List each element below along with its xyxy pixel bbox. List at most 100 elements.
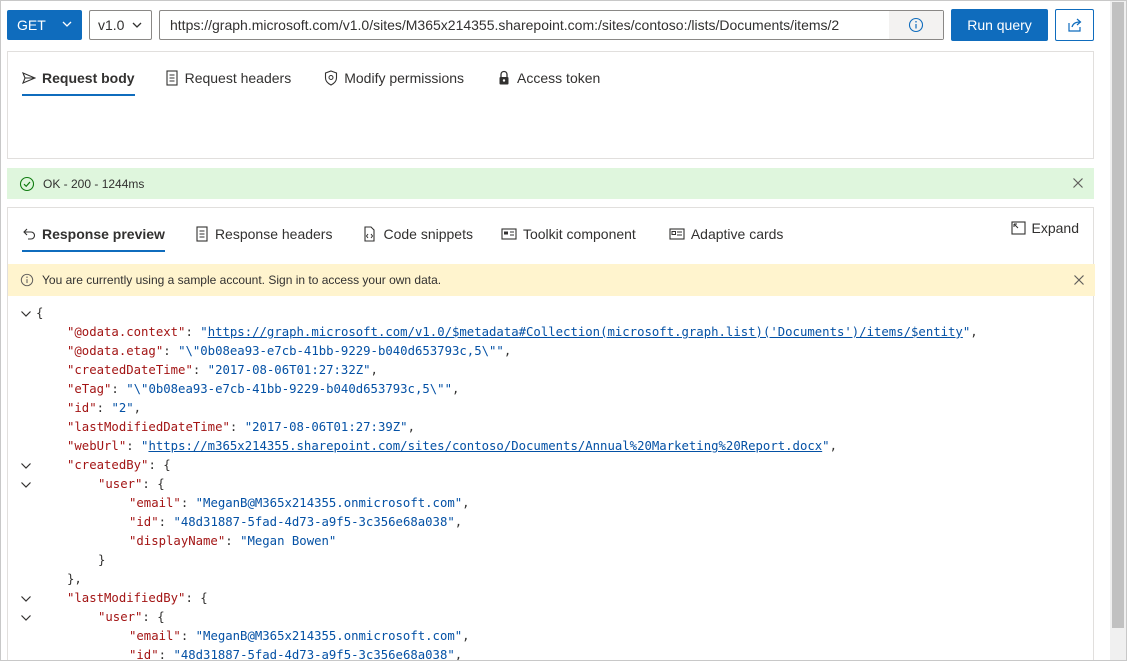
http-method-value: GET bbox=[17, 17, 46, 33]
json-punctuation: : bbox=[126, 439, 142, 453]
status-text: OK - 200 - 1244ms bbox=[43, 176, 145, 191]
json-punctuation: } bbox=[98, 553, 106, 567]
response-tabs: Response preview Response headers Code s… bbox=[22, 214, 783, 254]
json-line: "lastModifiedBy": { bbox=[67, 589, 208, 608]
json-line: "id": "2", bbox=[67, 399, 141, 418]
json-punctuation: , bbox=[503, 344, 512, 358]
json-string: "48d31887-5fad-4d73-a9f5-3c356e68a038" bbox=[173, 648, 455, 661]
tab-modify-permissions[interactable]: Modify permissions bbox=[324, 58, 464, 98]
json-line: "createdDateTime": "2017-08-06T01:27:32Z… bbox=[67, 361, 378, 380]
json-punctuation: : bbox=[158, 648, 174, 661]
json-string: "2017-08-06T01:27:32Z" bbox=[207, 363, 371, 377]
vertical-scrollbar[interactable] bbox=[1110, 1, 1126, 660]
tab-toolkit-component[interactable]: Toolkit component bbox=[501, 214, 636, 254]
tab-label: Adaptive cards bbox=[690, 226, 784, 242]
request-panel: Request body Request headers Modify perm… bbox=[7, 51, 1094, 159]
response-panel: Response preview Response headers Code s… bbox=[7, 207, 1095, 661]
json-punctuation: , bbox=[462, 629, 470, 643]
json-punctuation: : { bbox=[148, 458, 171, 472]
json-punctuation: : bbox=[180, 629, 196, 643]
json-line: "eTag": "\"0b08ea93-e7cb-41bb-9229-b040d… bbox=[67, 380, 459, 399]
json-key: "eTag" bbox=[67, 382, 112, 396]
json-punctuation: : bbox=[229, 420, 245, 434]
undo-icon bbox=[23, 228, 36, 240]
json-punctuation: { bbox=[36, 306, 44, 320]
json-string: "MeganB@M365x214355.onmicrosoft.com" bbox=[195, 496, 463, 510]
json-key: "id" bbox=[129, 515, 159, 529]
json-key: "createdBy" bbox=[67, 458, 149, 472]
json-string: " bbox=[200, 325, 208, 339]
status-bar: OK - 200 - 1244ms bbox=[7, 168, 1094, 199]
json-key: "id" bbox=[129, 648, 159, 661]
http-method-dropdown[interactable]: GET bbox=[7, 10, 82, 40]
json-line: "@odata.context": "https://graph.microso… bbox=[67, 323, 978, 342]
json-punctuation: : bbox=[111, 382, 127, 396]
tab-access-token[interactable]: Access token bbox=[497, 58, 600, 98]
tab-label: Toolkit component bbox=[522, 226, 636, 242]
json-key: "id" bbox=[67, 401, 97, 415]
url-input[interactable]: https://graph.microsoft.com/v1.0/sites/M… bbox=[159, 10, 944, 40]
tab-response-preview[interactable]: Response preview bbox=[22, 214, 165, 254]
json-punctuation: , bbox=[970, 325, 978, 339]
tab-adaptive-cards[interactable]: Adaptive cards bbox=[669, 214, 784, 254]
json-link[interactable]: https://m365x214355.sharepoint.com/sites… bbox=[148, 439, 822, 453]
json-punctuation: , bbox=[133, 401, 142, 415]
version-dropdown[interactable]: v1.0 bbox=[89, 10, 152, 40]
json-punctuation: , bbox=[454, 515, 463, 529]
tab-label: Response headers bbox=[214, 226, 333, 242]
close-icon[interactable] bbox=[1072, 177, 1084, 189]
json-line: "email": "MeganB@M365x214355.onmicrosoft… bbox=[129, 627, 470, 646]
json-string: "2" bbox=[111, 401, 134, 415]
json-line: "displayName": "Megan Bowen" bbox=[129, 532, 336, 551]
json-key: "user" bbox=[98, 610, 143, 624]
json-line: "email": "MeganB@M365x214355.onmicrosoft… bbox=[129, 494, 470, 513]
json-punctuation: , bbox=[454, 648, 463, 661]
tab-code-snippets[interactable]: Code snippets bbox=[362, 214, 473, 254]
fold-chevron-icon[interactable] bbox=[20, 460, 32, 472]
json-line: "id": "48d31887-5fad-4d73-a9f5-3c356e68a… bbox=[129, 646, 463, 661]
tab-request-headers[interactable]: Request headers bbox=[165, 58, 292, 98]
code-icon bbox=[364, 226, 376, 242]
json-line: "@odata.etag": "\"0b08ea93-e7cb-41bb-922… bbox=[67, 342, 511, 361]
json-key: "user" bbox=[98, 477, 143, 491]
tab-response-headers[interactable]: Response headers bbox=[195, 214, 333, 254]
json-key: "email" bbox=[129, 629, 181, 643]
run-query-button[interactable]: Run query bbox=[951, 9, 1048, 41]
json-punctuation: : bbox=[225, 534, 241, 548]
json-punctuation: , bbox=[451, 382, 460, 396]
json-line: }, bbox=[67, 570, 82, 589]
json-punctuation: : bbox=[163, 344, 179, 358]
version-value: v1.0 bbox=[98, 17, 125, 33]
fold-chevron-icon[interactable] bbox=[20, 593, 32, 605]
url-info-button[interactable] bbox=[889, 11, 943, 39]
json-link[interactable]: https://graph.microsoft.com/v1.0/$metada… bbox=[208, 325, 963, 339]
json-punctuation: : bbox=[158, 515, 174, 529]
json-line: } bbox=[98, 551, 105, 570]
tab-request-body[interactable]: Request body bbox=[22, 58, 135, 98]
close-icon[interactable] bbox=[1073, 274, 1085, 286]
json-string: " bbox=[822, 439, 830, 453]
chevron-down-icon bbox=[132, 22, 142, 28]
json-key: "createdDateTime" bbox=[67, 363, 193, 377]
scrollbar-thumb[interactable] bbox=[1112, 2, 1124, 628]
json-punctuation: : bbox=[96, 401, 112, 415]
fold-chevron-icon[interactable] bbox=[20, 479, 32, 491]
json-punctuation: , bbox=[462, 496, 470, 510]
share-query-button[interactable] bbox=[1055, 9, 1094, 41]
json-key: "webUrl" bbox=[67, 439, 127, 453]
fold-chevron-icon[interactable] bbox=[20, 308, 32, 320]
json-punctuation: }, bbox=[67, 572, 82, 586]
fold-chevron-icon[interactable] bbox=[20, 612, 32, 624]
tab-label: Modify permissions bbox=[344, 70, 465, 86]
tab-label: Request headers bbox=[184, 70, 292, 86]
tab-label: Access token bbox=[517, 70, 601, 86]
json-line: "webUrl": "https://m365x214355.sharepoin… bbox=[67, 437, 837, 456]
expand-icon bbox=[1010, 221, 1026, 235]
card-icon bbox=[669, 228, 685, 240]
expand-button[interactable]: Expand bbox=[1010, 220, 1079, 236]
json-line: "createdBy": { bbox=[67, 456, 171, 475]
sample-account-warning: You are currently using a sample account… bbox=[8, 264, 1095, 296]
toolkit-icon bbox=[501, 228, 517, 240]
json-punctuation: : { bbox=[142, 477, 165, 491]
json-key: "@odata.etag" bbox=[67, 344, 164, 358]
